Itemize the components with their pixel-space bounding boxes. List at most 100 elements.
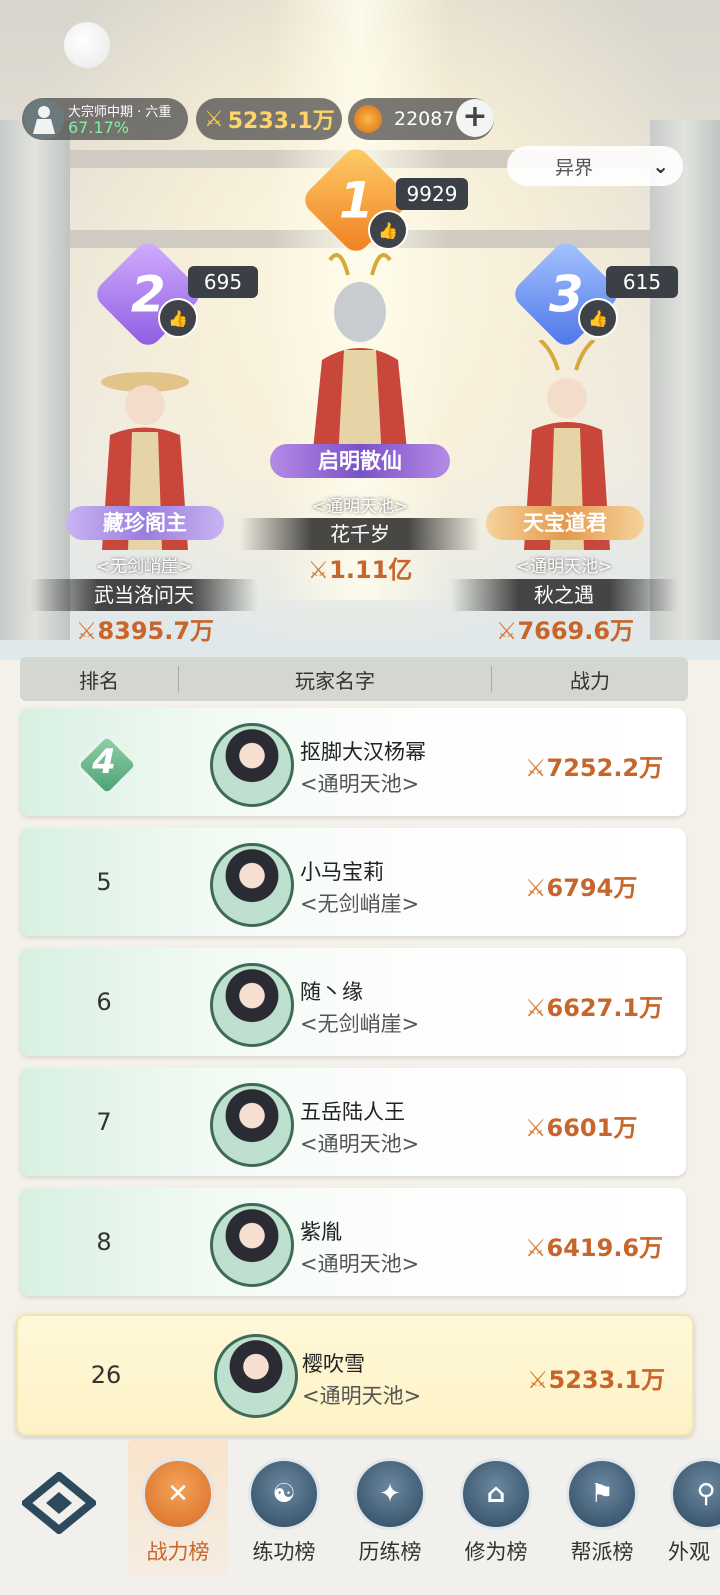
rank-1-like-button[interactable]: 👍 <box>368 210 408 250</box>
rank-2-likes: 695 <box>188 266 258 298</box>
tab-cultivation-ranking[interactable]: ⌂ 修为榜 <box>446 1458 546 1566</box>
thumbs-up-icon: 👍 <box>168 308 188 328</box>
power-icon: ⚔ <box>75 617 98 645</box>
player-name: 五岳陆人王 <box>300 1100 405 1124</box>
table-row[interactable]: 6 随丶缘 <无剑峭崖> ⚔6627.1万 <box>20 948 686 1056</box>
header-rank: 排名 <box>79 668 119 693</box>
compass-star-icon: ✦ <box>354 1458 426 1530</box>
menu-logo-icon[interactable] <box>19 1470 99 1536</box>
player-power: ⚔7252.2万 <box>525 754 664 782</box>
rank-3-name[interactable]: 秋之遇 <box>450 579 678 611</box>
rank-number: 6 <box>96 988 112 1016</box>
player-guild: <通明天池> <box>300 1132 420 1156</box>
player-name: 抠脚大汉杨幂 <box>300 740 426 764</box>
avatar[interactable] <box>210 1083 294 1167</box>
avatar[interactable] <box>214 1334 298 1418</box>
power-pill: ⚔ 5233.1万 <box>196 98 342 140</box>
power-icon: ⚔ <box>525 1114 547 1142</box>
player-power: ⚔6627.1万 <box>525 994 664 1022</box>
player-name: 随丶缘 <box>300 980 363 1004</box>
player-name: 小马宝莉 <box>300 860 384 884</box>
rank-3-likes: 615 <box>606 266 678 298</box>
rank-1-character[interactable] <box>300 250 420 460</box>
rank-2-title-banner: 藏珍阁主 <box>66 506 224 540</box>
server-select-label: 异界 <box>555 156 594 179</box>
ranking-table-header: 排名 玩家名字 战力 <box>20 657 688 701</box>
power-icon: ⚔ <box>204 106 224 132</box>
player-name: 紫胤 <box>300 1220 342 1244</box>
player-power: ⚔6794万 <box>525 874 638 902</box>
rank-3-power: ⚔7669.6万 <box>495 617 635 645</box>
rank-3-like-button[interactable]: 👍 <box>578 298 618 338</box>
rank-2-power: ⚔8395.7万 <box>75 617 215 645</box>
rank-number: 5 <box>96 868 112 896</box>
rank-1-likes: 9929 <box>396 178 468 210</box>
power-value: 5233.1万 <box>227 109 335 134</box>
avatar[interactable] <box>210 843 294 927</box>
tab-label: 外观 <box>668 1540 710 1564</box>
tab-appearance-ranking[interactable]: ⚲ 外观 <box>658 1458 720 1566</box>
tab-power-ranking[interactable]: ✕ 战力榜 <box>128 1440 228 1577</box>
rank-2-name[interactable]: 武当洛问天 <box>30 579 258 611</box>
player-power: ⚔5233.1万 <box>527 1366 666 1394</box>
thumbs-up-icon: 👍 <box>588 308 608 328</box>
power-icon: ⚔ <box>525 1234 547 1262</box>
avatar[interactable] <box>210 963 294 1047</box>
player-name: 樱吹雪 <box>302 1352 365 1376</box>
rank-1-title-banner: 启明散仙 <box>270 444 450 478</box>
tab-guild-ranking[interactable]: ⚑ 帮派榜 <box>552 1458 652 1566</box>
yin-yang-icon: ☯ <box>248 1458 320 1530</box>
banner-icon: ⚑ <box>566 1458 638 1530</box>
header-power: 战力 <box>570 668 610 693</box>
tab-training-ranking[interactable]: ✦ 历练榜 <box>340 1458 440 1566</box>
power-icon: ⚔ <box>525 874 547 902</box>
avatar[interactable] <box>210 723 294 807</box>
player-guild: <无剑峭崖> <box>300 892 420 916</box>
header-player-name: 玩家名字 <box>295 668 375 693</box>
tab-label: 帮派榜 <box>570 1540 634 1564</box>
rank-number: 26 <box>90 1361 122 1389</box>
rank-number: 8 <box>96 1228 112 1256</box>
rank-4-badge: 4 <box>74 732 140 798</box>
table-row[interactable]: 5 小马宝莉 <无剑峭崖> ⚔6794万 <box>20 828 686 936</box>
player-guild: <通明天池> <box>300 772 420 796</box>
table-row[interactable]: 7 五岳陆人王 <通明天池> ⚔6601万 <box>20 1068 686 1176</box>
rank-1-power: ⚔1.11亿 <box>307 556 413 584</box>
tab-label: 历练榜 <box>358 1540 422 1564</box>
my-rank-row[interactable]: 26 樱吹雪 <通明天池> ⚔5233.1万 <box>16 1314 694 1436</box>
power-icon: ⚔ <box>307 556 330 584</box>
moon <box>64 22 110 68</box>
cultivation-avatar-icon <box>24 99 64 139</box>
rank-2-like-button[interactable]: 👍 <box>158 298 198 338</box>
rank-1-guild: <通明天池> <box>311 497 409 517</box>
server-select[interactable]: 异界 ⌄ <box>507 146 683 186</box>
cultivation-rank-pill[interactable]: 大宗师中期 · 六重 67.17% <box>22 98 188 140</box>
pillar <box>650 120 720 640</box>
player-power: ⚔6419.6万 <box>525 1234 664 1262</box>
rank-1-name[interactable]: 花千岁 <box>240 518 480 550</box>
player-guild: <通明天池> <box>302 1384 422 1408</box>
avatar[interactable] <box>210 1203 294 1287</box>
swords-icon: ✕ <box>142 1458 214 1530</box>
table-row[interactable]: 8 紫胤 <通明天池> ⚔6419.6万 <box>20 1188 686 1296</box>
chevron-down-icon: ⌄ <box>652 154 669 178</box>
power-icon: ⚔ <box>495 617 518 645</box>
add-gems-button[interactable]: + <box>456 99 494 137</box>
tab-practice-ranking[interactable]: ☯ 练功榜 <box>234 1458 334 1566</box>
bottom-nav: ✕ 战力榜 ☯ 练功榜 ✦ 历练榜 ⌂ 修为榜 ⚑ 帮派榜 ⚲ 外观 <box>0 1440 720 1595</box>
power-icon: ⚔ <box>527 1366 549 1394</box>
rank-number: 7 <box>96 1108 112 1136</box>
player-guild: <无剑峭崖> <box>300 1012 420 1036</box>
rank-2-guild: <无剑峭崖> <box>95 557 193 577</box>
table-row[interactable]: 4 抠脚大汉杨幂 <通明天池> ⚔7252.2万 <box>20 708 686 816</box>
tab-label: 练功榜 <box>252 1540 316 1564</box>
gem-icon <box>354 105 382 133</box>
hat-icon: ⌂ <box>460 1458 532 1530</box>
thumbs-up-icon: 👍 <box>378 220 398 240</box>
tab-label: 修为榜 <box>464 1540 528 1564</box>
rank-3-title-banner: 天宝道君 <box>486 506 644 540</box>
power-icon: ⚔ <box>525 994 547 1022</box>
rank-3-guild: <通明天池> <box>515 557 613 577</box>
gem-value: 22087 <box>394 108 455 130</box>
power-icon: ⚔ <box>525 754 547 782</box>
